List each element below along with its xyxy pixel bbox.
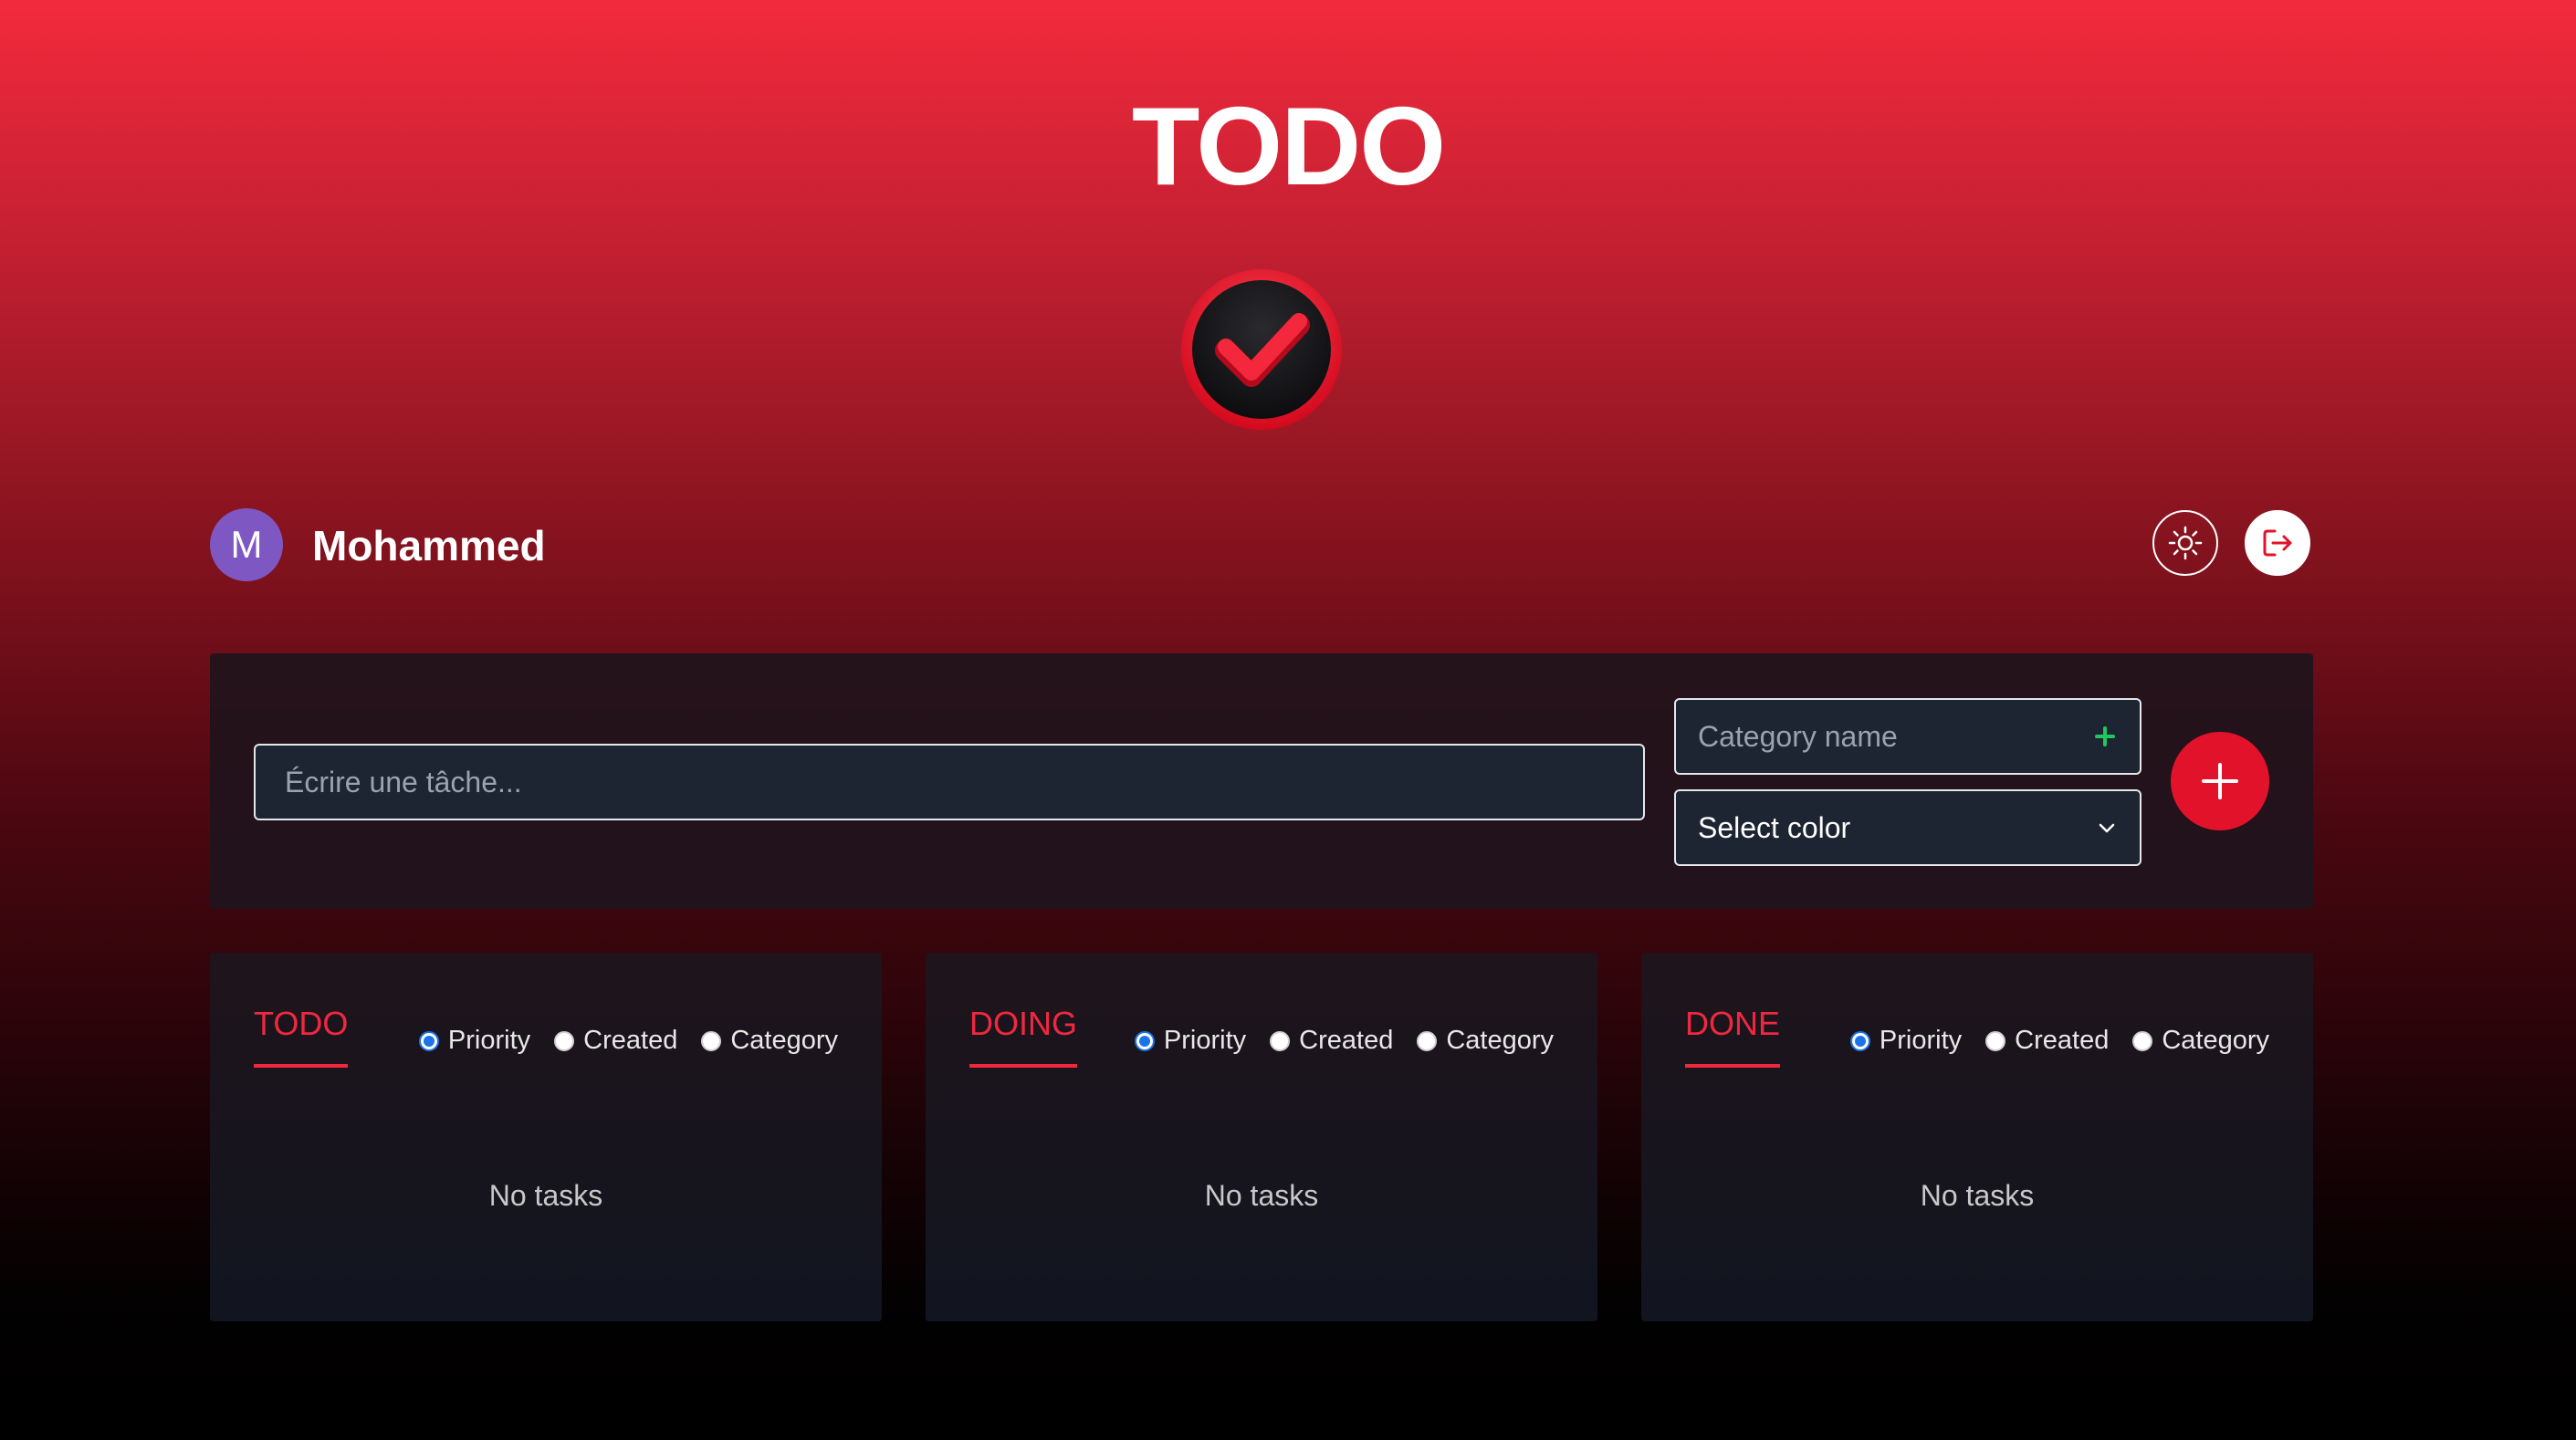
category-name-input[interactable] <box>1676 700 2103 773</box>
sort-option-priority[interactable]: Priority <box>1134 1026 1247 1056</box>
column-title: TODO <box>254 1004 349 1068</box>
radio-button[interactable] <box>554 1030 575 1051</box>
sort-option-category[interactable]: Category <box>701 1026 838 1056</box>
sort-option-category[interactable]: Category <box>1417 1026 1554 1056</box>
empty-state: No tasks <box>1204 1179 1319 1212</box>
sort-options: Priority Created Category <box>1134 1026 1554 1056</box>
radio-button[interactable] <box>1985 1030 2006 1051</box>
radio-button[interactable] <box>1849 1030 1870 1051</box>
avatar: M <box>210 508 283 581</box>
task-input[interactable] <box>254 744 1645 820</box>
radio-button[interactable] <box>1134 1030 1155 1051</box>
column-title: DONE <box>1685 1004 1781 1068</box>
task-input-panel: Select color <box>210 653 2313 909</box>
todo-column: TODO Priority Created Category No tasks <box>210 953 882 1321</box>
sort-options: Priority Created Category <box>1849 1026 2269 1056</box>
sun-icon <box>2168 526 2203 560</box>
sort-option-label: Category <box>1446 1026 1554 1055</box>
doing-column: DOING Priority Created Category No tasks <box>926 953 1597 1321</box>
color-select-value: Select color <box>1698 810 1851 844</box>
sort-option-label: Priority <box>1879 1026 1963 1055</box>
column-title: DOING <box>969 1004 1078 1068</box>
sort-option-label: Category <box>2162 1026 2269 1055</box>
logout-icon <box>2263 529 2292 557</box>
sort-option-label: Created <box>1299 1026 1394 1055</box>
radio-button[interactable] <box>1417 1030 1438 1051</box>
radio-button[interactable] <box>1270 1030 1291 1051</box>
sort-option-label: Priority <box>1163 1026 1247 1055</box>
color-select[interactable]: Select color <box>1674 789 2141 866</box>
radio-button[interactable] <box>418 1030 439 1051</box>
logout-button[interactable] <box>2245 510 2310 576</box>
sort-options: Priority Created Category <box>418 1026 838 1056</box>
sort-option-label: Priority <box>447 1026 531 1055</box>
plus-icon <box>2202 763 2238 799</box>
radio-button[interactable] <box>2132 1030 2153 1051</box>
radio-button[interactable] <box>701 1030 722 1051</box>
sort-option-created[interactable]: Created <box>1270 1026 1393 1056</box>
plus-icon[interactable] <box>2089 720 2121 753</box>
sort-option-created[interactable]: Created <box>1985 1026 2109 1056</box>
app-title: TODO <box>1131 84 1446 208</box>
sort-option-created[interactable]: Created <box>554 1026 677 1056</box>
sort-option-label: Created <box>583 1026 678 1055</box>
add-task-button[interactable] <box>2171 732 2269 830</box>
empty-state: No tasks <box>1920 1179 2035 1212</box>
theme-toggle-button[interactable] <box>2152 510 2218 576</box>
sort-option-label: Created <box>2015 1026 2110 1055</box>
done-column: DONE Priority Created Category No tasks <box>1641 953 2313 1321</box>
user-name: Mohammed <box>312 522 546 569</box>
checkmark-badge-icon <box>1178 266 1345 433</box>
chevron-down-icon <box>2099 823 2115 833</box>
sort-option-priority[interactable]: Priority <box>1849 1026 1963 1056</box>
sort-option-priority[interactable]: Priority <box>418 1026 531 1056</box>
sort-option-category[interactable]: Category <box>2132 1026 2269 1056</box>
empty-state: No tasks <box>488 1179 603 1212</box>
category-name-field[interactable] <box>1674 698 2141 775</box>
sort-option-label: Category <box>730 1026 838 1055</box>
